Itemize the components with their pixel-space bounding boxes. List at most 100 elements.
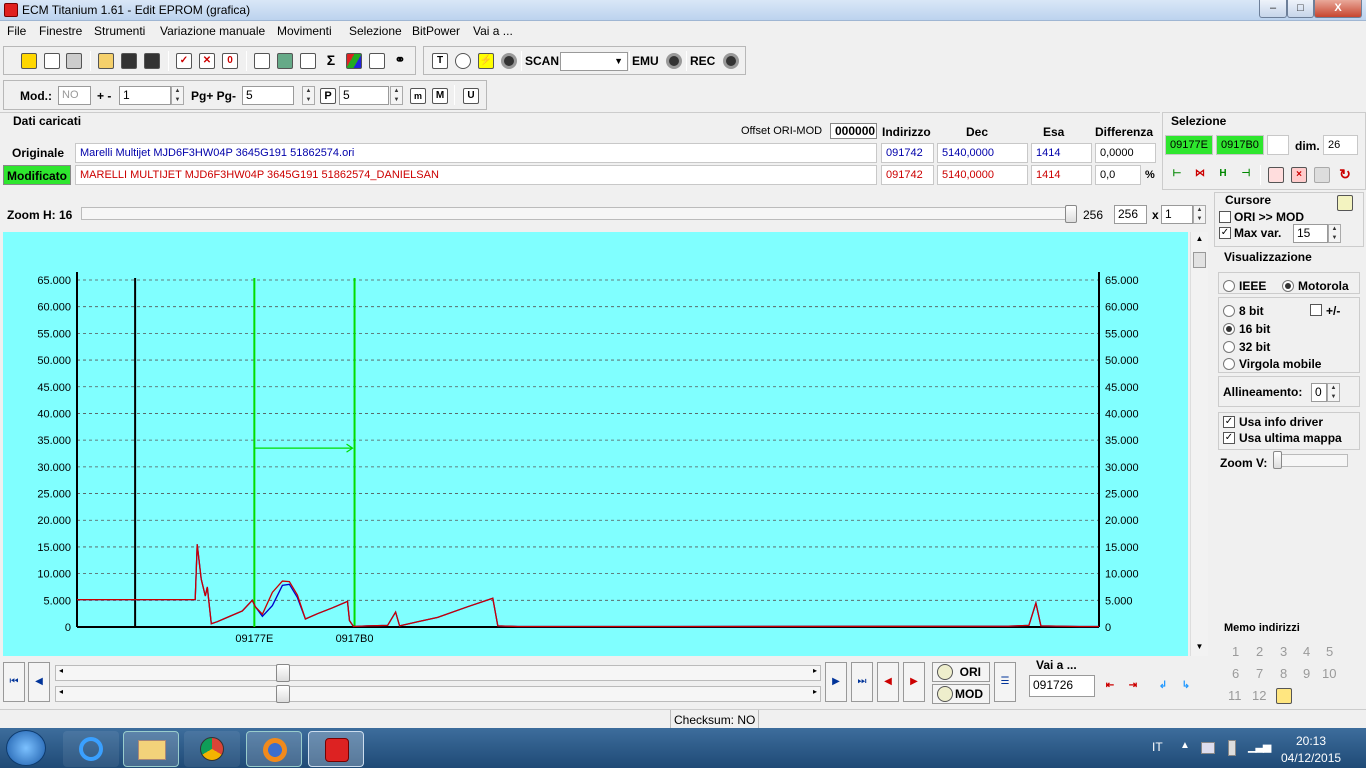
chart-edit-icon[interactable]	[300, 53, 316, 69]
emu-icon[interactable]	[666, 53, 682, 69]
menu-selezione[interactable]: Selezione	[349, 24, 402, 38]
goto-next-icon[interactable]: ↳	[1178, 679, 1194, 695]
graph-vscroll[interactable]: ▲ ▼	[1190, 232, 1208, 656]
memo-11[interactable]: 11	[1228, 688, 1242, 703]
plusminus-input[interactable]: 1	[119, 86, 171, 105]
save-icon[interactable]	[121, 53, 137, 69]
motorola-radio[interactable]	[1282, 280, 1294, 292]
memo-2[interactable]: 2	[1256, 644, 1263, 659]
start-button[interactable]	[6, 730, 46, 766]
graph-icon[interactable]	[369, 53, 385, 69]
close-button[interactable]: X	[1314, 0, 1362, 18]
minimize-button[interactable]: –	[1259, 0, 1287, 18]
zero-icon[interactable]: 0	[222, 53, 238, 69]
compare-icon[interactable]	[254, 53, 270, 69]
ori-mod-checkbox[interactable]	[1219, 211, 1231, 223]
goto-ori-icon[interactable]: ⇤	[1102, 679, 1118, 695]
battery-icon[interactable]	[1228, 740, 1236, 756]
memo-8[interactable]: 8	[1280, 666, 1287, 681]
zoom-v-thumb[interactable]	[1273, 451, 1282, 469]
home-icon[interactable]	[21, 53, 37, 69]
nav-diff-prev-button[interactable]: ◀	[877, 662, 899, 702]
sel-copy-icon[interactable]	[1268, 167, 1284, 183]
memo-12[interactable]: 12	[1252, 688, 1266, 703]
menu-finestre[interactable]: Finestre	[39, 24, 82, 38]
check-icon[interactable]: ✓	[176, 53, 192, 69]
memo-7[interactable]: 7	[1256, 666, 1263, 681]
memo-4[interactable]: 4	[1303, 644, 1310, 659]
zoom-spinner[interactable]: ▲ ▼	[1193, 205, 1206, 224]
zoom-value3[interactable]: 1	[1161, 205, 1193, 224]
usa-ultima-checkbox[interactable]: ✓	[1223, 432, 1235, 444]
menu-vai-a[interactable]: Vai a ...	[473, 24, 513, 38]
nav-prev-button[interactable]: ◀	[28, 662, 50, 702]
ori-hscroll-thumb[interactable]	[276, 664, 290, 682]
menu-strumenti[interactable]: Strumenti	[94, 24, 145, 38]
windows-icon[interactable]	[44, 53, 60, 69]
menu-variazione-manuale[interactable]: Variazione manuale	[160, 24, 265, 38]
bit8-radio[interactable]	[1223, 305, 1235, 317]
memo-save-icon[interactable]	[1276, 688, 1292, 704]
goto-mod-icon[interactable]: ⇥	[1125, 679, 1141, 695]
ie-taskbar-icon[interactable]	[63, 731, 119, 767]
virgola-radio[interactable]	[1223, 358, 1235, 370]
max-var-spinner[interactable]: ▲ ▼	[1328, 224, 1341, 243]
binoculars-icon[interactable]: ⚭	[392, 53, 408, 69]
rec-icon[interactable]	[723, 53, 739, 69]
nav-first-button[interactable]: ⏮	[3, 662, 25, 702]
memo-5[interactable]: 5	[1326, 644, 1333, 659]
maximize-button[interactable]: □	[1287, 0, 1314, 18]
memo-6[interactable]: 6	[1232, 666, 1239, 681]
usa-info-checkbox[interactable]: ✓	[1223, 416, 1235, 428]
chrome-taskbar-icon[interactable]	[184, 731, 240, 767]
explorer-taskbar-icon[interactable]	[123, 731, 179, 767]
goto-prev-icon[interactable]: ↲	[1155, 679, 1171, 695]
memo-1[interactable]: 1	[1232, 644, 1239, 659]
sel-mid-icon[interactable]: H	[1215, 167, 1231, 183]
clock-date[interactable]: 04/12/2015	[1281, 751, 1341, 765]
zoom-h-slider[interactable]	[81, 207, 1075, 220]
sel-end-icon[interactable]: ⊣	[1238, 167, 1254, 183]
color-chart-icon[interactable]	[346, 53, 362, 69]
cursor-lock-icon[interactable]	[1337, 195, 1353, 211]
pg-input[interactable]: 5	[242, 86, 294, 105]
memo-10[interactable]: 10	[1322, 666, 1336, 681]
menu-bitpower[interactable]: BitPower	[412, 24, 460, 38]
runner-icon[interactable]: ⚡	[478, 53, 494, 69]
nav-next-button[interactable]: ▶	[825, 662, 847, 702]
mod-hscroll-thumb[interactable]	[276, 685, 290, 703]
zoom-v-slider[interactable]	[1276, 454, 1348, 467]
plusminus-spinner[interactable]: ▲ ▼	[171, 86, 184, 105]
graph-area[interactable]: 0 0 5.000 5.000 10.000 10.000 15.000 15.000 20.0…	[3, 232, 1188, 656]
lock-icon[interactable]	[455, 53, 471, 69]
memo-9[interactable]: 9	[1303, 666, 1310, 681]
open-folder-icon[interactable]	[98, 53, 114, 69]
signal-icon[interactable]: ▁▃▅	[1248, 740, 1271, 753]
memo-3[interactable]: 3	[1280, 644, 1287, 659]
sel-start-icon[interactable]: ⊢	[1169, 167, 1185, 183]
allineamento-input[interactable]: 0	[1311, 383, 1327, 402]
p-input[interactable]: 5	[339, 86, 389, 105]
pg-spinner[interactable]: ▲ ▼	[302, 86, 315, 105]
sync-button[interactable]: ☰	[994, 662, 1016, 702]
graph-vscroll-thumb[interactable]	[1193, 252, 1206, 268]
clipboard-icon[interactable]	[66, 53, 82, 69]
sum-icon[interactable]: Σ	[323, 53, 339, 69]
text-icon[interactable]: T	[432, 53, 448, 69]
stamp-icon[interactable]: ✕	[199, 53, 215, 69]
bit32-radio[interactable]	[1223, 341, 1235, 353]
vai-input[interactable]: 091726	[1029, 675, 1095, 697]
p-icon[interactable]: P	[320, 88, 336, 104]
nav-diff-next-button[interactable]: ▶	[903, 662, 925, 702]
max-var-checkbox[interactable]: ✓	[1219, 227, 1231, 239]
network-alert-icon[interactable]	[1201, 742, 1215, 754]
mod-field[interactable]: NO	[58, 86, 91, 105]
zoom-value2[interactable]: 256	[1114, 205, 1147, 224]
mod-hscroll[interactable]: ◂ ▸	[55, 686, 821, 702]
record-dot-icon[interactable]	[501, 53, 517, 69]
plusminus-checkbox[interactable]	[1310, 304, 1322, 316]
menu-file[interactable]: File	[7, 24, 26, 38]
ecm-taskbar-icon[interactable]	[308, 731, 364, 767]
save-as-icon[interactable]	[144, 53, 160, 69]
language-indicator[interactable]: IT	[1152, 740, 1163, 754]
